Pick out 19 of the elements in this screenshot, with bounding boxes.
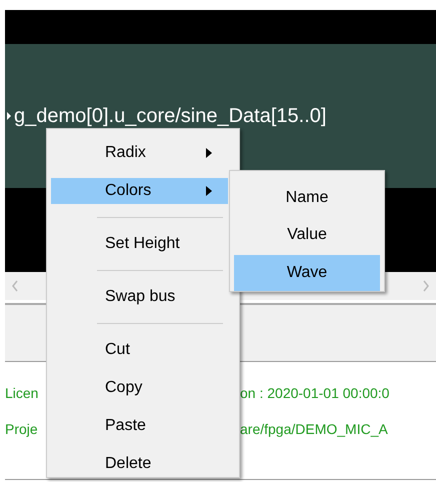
log-text: Licen [5,385,38,401]
expand-icon[interactable] [6,111,12,121]
log-text: are/fpga/DEMO_MIC_A [240,420,388,438]
signal-name[interactable]: g_demo[0].u_core/sine_Data[15..0] [14,104,326,128]
menu-item[interactable]: Wave [234,254,380,291]
submenu-arrow-icon [206,148,212,158]
menu-item[interactable]: Colors [51,178,228,204]
menu-item[interactable]: Set Height [51,231,228,257]
menu-item[interactable]: Radix [51,140,228,166]
menu-item[interactable]: Delete [51,451,228,477]
log-text: Proje [5,421,38,437]
menu-item[interactable]: Swap bus [51,284,228,310]
menu-item[interactable]: Value [234,217,380,254]
menu-item[interactable]: Paste [51,413,228,439]
log-text: on : 2020-01-01 00:00:0 [240,384,390,402]
menu-item[interactable]: Copy [51,375,228,401]
menu-item[interactable]: Name [234,180,380,216]
submenu-arrow-icon [206,186,212,196]
menu-item[interactable]: Cut [51,337,228,363]
